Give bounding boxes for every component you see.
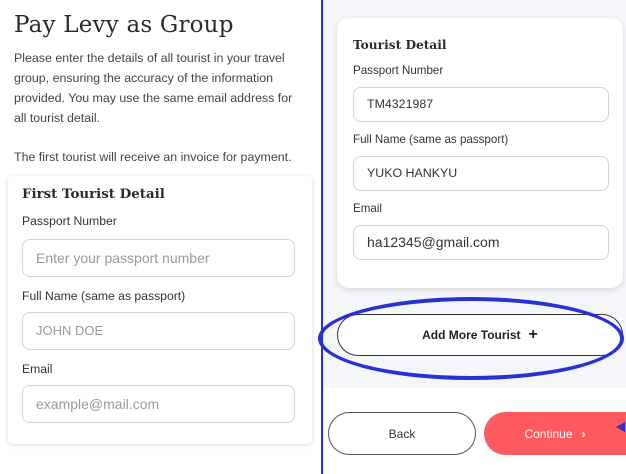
passport-input[interactable]: Enter your passport number [22,239,295,277]
full-name-input[interactable]: JOHN DOE [22,312,295,350]
page-title: Pay Levy as Group [14,12,234,38]
email-input[interactable]: example@mail.com [22,385,295,423]
back-button[interactable]: Back [328,412,476,455]
add-more-tourist-button[interactable]: Add More Tourist + [337,314,623,356]
continue-button[interactable]: Continue › [484,412,626,455]
first-tourist-card: First Tourist Detail Passport Number Ent… [8,176,312,444]
left-panel: Pay Levy as Group Please enter the detai… [0,0,318,474]
add-more-tourist-label: Add More Tourist [422,328,521,342]
email-input[interactable]: ha12345@gmail.com [353,225,609,260]
card-title: First Tourist Detail [22,186,165,202]
invoice-note: The first tourist will receive an invoic… [14,150,292,164]
plus-icon: + [528,326,538,343]
continue-label: Continue [524,426,573,441]
full-name-label: Full Name (same as passport) [22,289,186,303]
email-label: Email [353,202,382,215]
intro-text: Please enter the details of all tourist … [14,51,293,125]
right-panel: Tourist Detail Passport Number TM4321987… [318,0,626,474]
card-title: Tourist Detail [353,38,447,52]
arrow-pointer-icon [616,422,625,432]
chevron-right-icon: › [581,426,586,441]
passport-label: Passport Number [353,64,444,77]
back-label: Back [388,426,416,441]
full-name-input[interactable]: YUKO HANKYU [353,156,609,191]
passport-input[interactable]: TM4321987 [353,87,609,122]
full-name-label: Full Name (same as passport) [353,133,509,146]
tourist-detail-card: Tourist Detail Passport Number TM4321987… [337,18,623,288]
email-label: Email [22,362,53,376]
passport-label: Passport Number [22,214,117,228]
